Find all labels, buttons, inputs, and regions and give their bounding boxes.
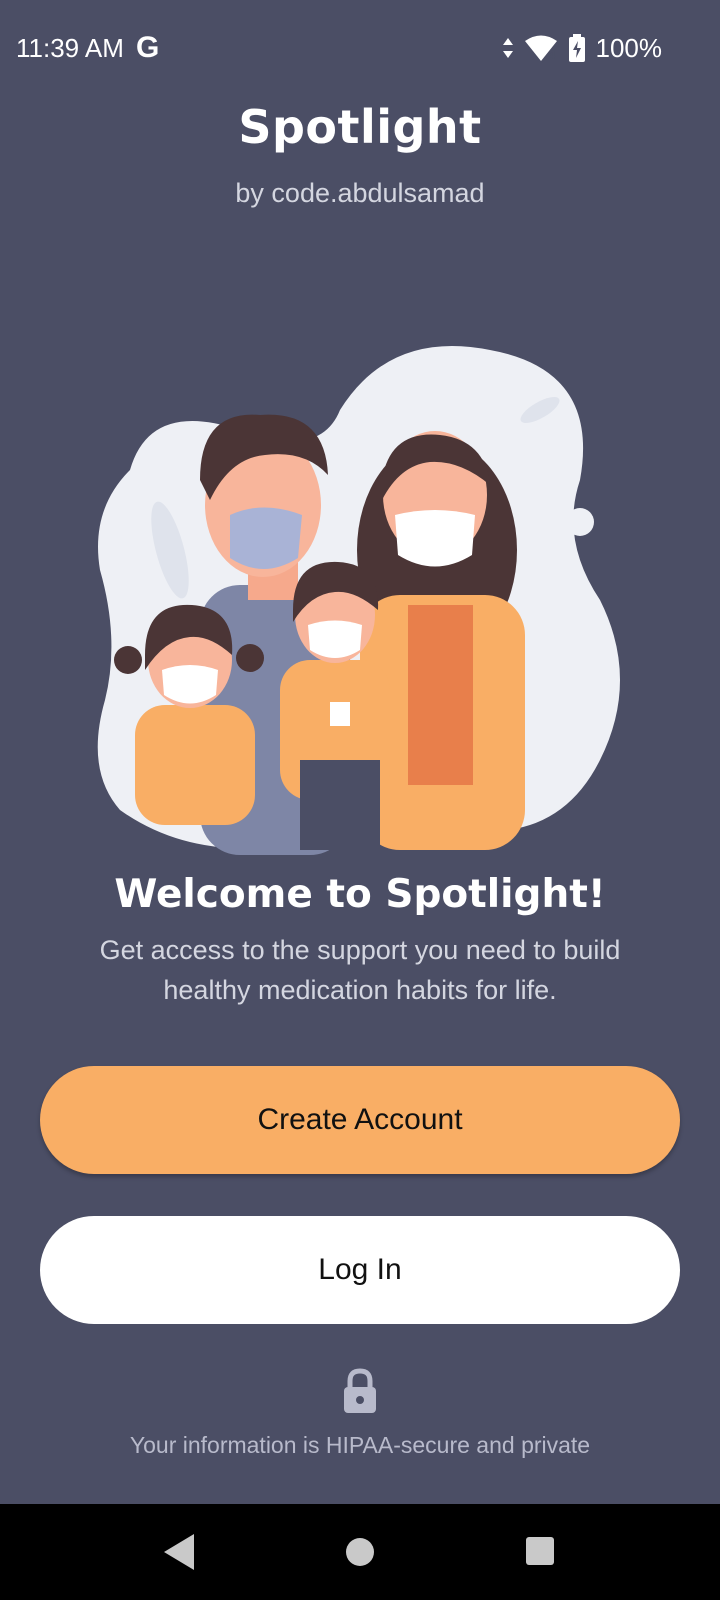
create-account-button[interactable]: Create Account <box>40 1066 680 1174</box>
network-badge: 4 <box>548 48 556 62</box>
system-nav-bar <box>0 1504 720 1600</box>
status-left: 11:39 AM G <box>16 31 159 65</box>
status-time: 11:39 AM <box>16 32 124 63</box>
google-icon: G <box>135 31 160 64</box>
status-right: 4 100% <box>502 32 663 64</box>
welcome-heading: Welcome to Spotlight! <box>114 872 606 917</box>
battery-charging-icon <box>568 34 585 62</box>
battery-percent: 100% <box>595 32 663 63</box>
back-icon[interactable] <box>162 1532 196 1572</box>
recents-icon[interactable] <box>524 1532 556 1572</box>
status-bar: 11:39 AM G 4 100% <box>0 0 720 96</box>
home-icon[interactable] <box>345 1532 375 1572</box>
privacy-note: Your information is HIPAA-secure and pri… <box>129 1432 591 1458</box>
app-subtitle: by code.abdulsamad <box>235 178 485 208</box>
data-activity-icon <box>502 38 513 58</box>
lock-icon <box>344 1368 376 1413</box>
welcome-description: Get access to the support you need to bu… <box>99 935 621 1005</box>
wifi-icon: 4 <box>524 34 558 62</box>
app-title: Spotlight <box>238 100 482 154</box>
family-masks-illustration <box>97 346 620 855</box>
login-button[interactable]: Log In <box>40 1216 680 1324</box>
